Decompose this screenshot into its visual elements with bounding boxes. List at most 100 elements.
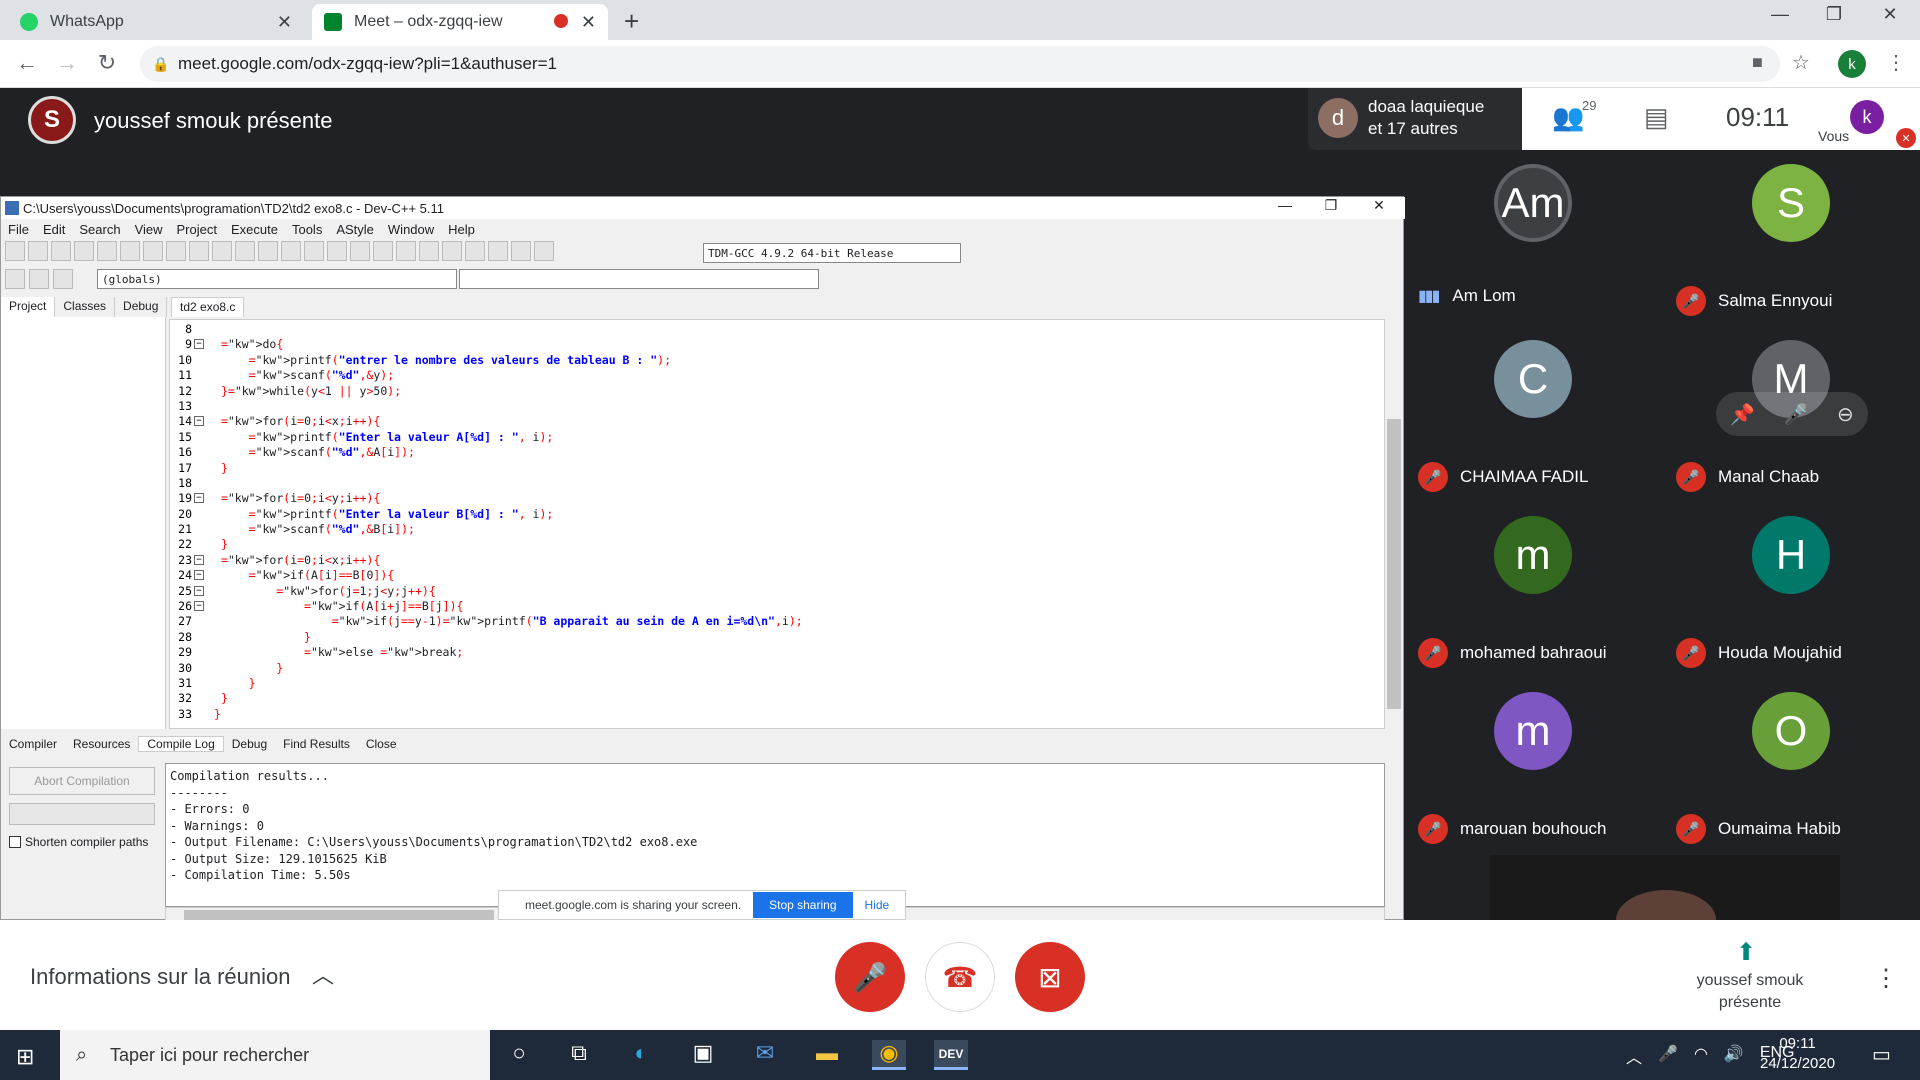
code-line[interactable]: ="kw">for(i=0;i<x;i++){ (214, 414, 1374, 429)
participant-tile[interactable]: H 🎤 Houda Moujahid (1662, 502, 1920, 678)
fold-toggle-icon[interactable]: − (194, 339, 204, 350)
compile-icon[interactable] (373, 241, 393, 261)
tab-whatsapp[interactable]: WhatsApp ✕ (8, 4, 304, 40)
forward-icon[interactable]: → (52, 50, 82, 76)
windows-start-icon[interactable]: ⊞ (16, 1044, 34, 1070)
code-line[interactable]: ="kw">for(i=0;i<y;i++){ (214, 491, 1374, 506)
hide-button[interactable]: Hide (865, 898, 890, 912)
browser-menu-icon[interactable]: ⋮ (1886, 50, 1906, 75)
menu-project[interactable]: Project (170, 222, 224, 237)
code-line[interactable]: } (214, 691, 1374, 706)
scrollbar-thumb[interactable] (1387, 419, 1401, 709)
notifications-icon[interactable]: ▭ (1872, 1042, 1891, 1067)
fold-toggle-icon[interactable]: − (194, 493, 204, 504)
code-line[interactable]: ="kw">printf("Enter la valeur A[%d] : ",… (214, 430, 1374, 445)
unindent-icon[interactable] (281, 241, 301, 261)
store-icon[interactable]: ▣ (686, 1040, 720, 1070)
restore-icon[interactable]: ❐ (1311, 197, 1351, 214)
tab-classes[interactable]: Classes (55, 297, 116, 317)
tab-debug[interactable]: Debug (115, 297, 168, 317)
code-line[interactable]: } (214, 630, 1374, 645)
cortana-icon[interactable]: ○ (502, 1040, 536, 1070)
taskbar-search[interactable]: Taper ici pour rechercher (60, 1030, 490, 1080)
fold-toggle-icon[interactable]: − (194, 416, 204, 427)
undo-icon[interactable] (166, 241, 186, 261)
debug-icon[interactable] (534, 241, 554, 261)
chevron-up-icon[interactable]: ︿ (312, 958, 334, 990)
lock-icon[interactable]: 🔒 (152, 56, 169, 73)
taskbar-clock[interactable]: 09:11 24/12/2020 (1760, 1034, 1835, 1074)
fold-toggle-icon[interactable]: − (194, 570, 204, 581)
minimize-icon[interactable]: — (1760, 4, 1800, 25)
present-icon[interactable]: ⬆ (1736, 938, 1756, 967)
back-nav-icon[interactable] (304, 241, 324, 261)
presenting-label[interactable]: youssef smouk présente (1680, 970, 1820, 1014)
mic-toggle-button[interactable]: 🎤 (835, 942, 905, 1012)
file-explorer-icon[interactable]: ▬ (810, 1040, 844, 1070)
participant-tile[interactable]: m 🎤 marouan bouhouch (1404, 678, 1662, 854)
menu-edit[interactable]: Edit (36, 222, 72, 237)
code-line[interactable]: ="kw">if(j==y-1)="kw">printf("B apparait… (214, 614, 1374, 629)
people-icon[interactable]: 👥 (1552, 102, 1584, 133)
close-tab-icon[interactable]: ✕ (581, 12, 596, 33)
fold-toggle-icon[interactable]: − (194, 601, 204, 612)
code-line[interactable]: ="kw">do{ (214, 337, 1374, 352)
new-file-icon[interactable] (5, 241, 25, 261)
chat-icon[interactable]: ▤ (1644, 102, 1669, 133)
participant-tile[interactable]: S 🎤 Salma Ennyoui (1662, 150, 1920, 326)
more-options-icon[interactable]: ⋮ (1874, 964, 1898, 993)
restore-icon[interactable]: ❐ (1814, 4, 1854, 25)
close-file-icon[interactable] (97, 241, 117, 261)
code-line[interactable]: }="kw">while(y<1 || y>50); (214, 384, 1374, 399)
stop-sharing-button[interactable]: Stop sharing (753, 892, 853, 918)
close-tab-icon[interactable]: ✕ (277, 12, 292, 33)
code-line[interactable]: } (214, 676, 1374, 691)
volume-icon[interactable]: 🔊 (1724, 1044, 1744, 1068)
compiler-select[interactable]: TDM-GCC 4.9.2 64-bit Release (703, 243, 961, 263)
tab-debug-bottom[interactable]: Debug (224, 737, 275, 751)
code-line[interactable]: ="kw">else ="kw">break; (214, 645, 1374, 660)
remove-icon[interactable]: ⊖ (1837, 402, 1854, 427)
reload-icon[interactable]: ↻ (92, 50, 122, 76)
tab-meet[interactable]: Meet – odx-zgqq-iew ✕ (312, 4, 608, 40)
open-icon[interactable] (28, 241, 48, 261)
code-line[interactable]: ="kw">if(A[i+j]==B[j]){ (214, 599, 1374, 614)
leave-call-button[interactable]: ☎ (925, 942, 995, 1012)
compile-run-icon[interactable] (419, 241, 439, 261)
menu-execute[interactable]: Execute (224, 222, 285, 237)
wifi-icon[interactable]: ◠ (1694, 1044, 1708, 1068)
participant-tile[interactable]: C 🎤 CHAIMAA FADIL (1404, 326, 1662, 502)
menu-search[interactable]: Search (72, 222, 127, 237)
code-line[interactable]: ="kw">printf("Enter la valeur B[%d] : ",… (214, 507, 1374, 522)
participant-tile[interactable]: m 🎤 mohamed bahraoui (1404, 502, 1662, 678)
check-icon[interactable] (465, 241, 485, 261)
goto-bookmark-icon[interactable] (53, 269, 73, 289)
code-line[interactable]: ="kw">printf("entrer le nombre des valeu… (214, 353, 1374, 368)
code-line[interactable]: ="kw">for(i=0;i<x;i++){ (214, 553, 1374, 568)
participant-tile[interactable]: Am ▮▮▮ Am Lom (1404, 150, 1662, 326)
code-line[interactable] (214, 322, 1374, 337)
rebuild-icon[interactable] (442, 241, 462, 261)
save-icon[interactable] (51, 241, 71, 261)
indent-icon[interactable] (258, 241, 278, 261)
save-all-icon[interactable] (74, 241, 94, 261)
replace-icon[interactable] (235, 241, 255, 261)
minimize-icon[interactable]: — (1265, 197, 1305, 213)
code-line[interactable]: ="kw">for(j=1;j<y;j++){ (214, 584, 1374, 599)
fold-toggle-icon[interactable]: − (194, 585, 204, 596)
self-avatar[interactable]: k (1850, 100, 1884, 134)
meeting-info-button[interactable]: Informations sur la réunion (30, 964, 290, 990)
participant-tile[interactable]: O 🎤 Oumaima Habib (1662, 678, 1920, 854)
redo-icon[interactable] (189, 241, 209, 261)
participants-summary[interactable]: d doaa laquieque et 17 autres (1308, 88, 1522, 150)
chrome-icon[interactable]: ◉ (872, 1040, 906, 1070)
code-line[interactable]: } (214, 537, 1374, 552)
menu-astyle[interactable]: AStyle (329, 222, 381, 237)
class-select[interactable]: (globals) (97, 269, 457, 289)
insert-icon[interactable] (5, 269, 25, 289)
forward-nav-icon[interactable] (327, 241, 347, 261)
bookmark-star-icon[interactable]: ☆ (1792, 50, 1810, 75)
tab-compile-log[interactable]: Compile Log (138, 736, 224, 752)
mute-participant-icon[interactable]: 🎤 (1784, 402, 1809, 427)
menu-window[interactable]: Window (381, 222, 441, 237)
